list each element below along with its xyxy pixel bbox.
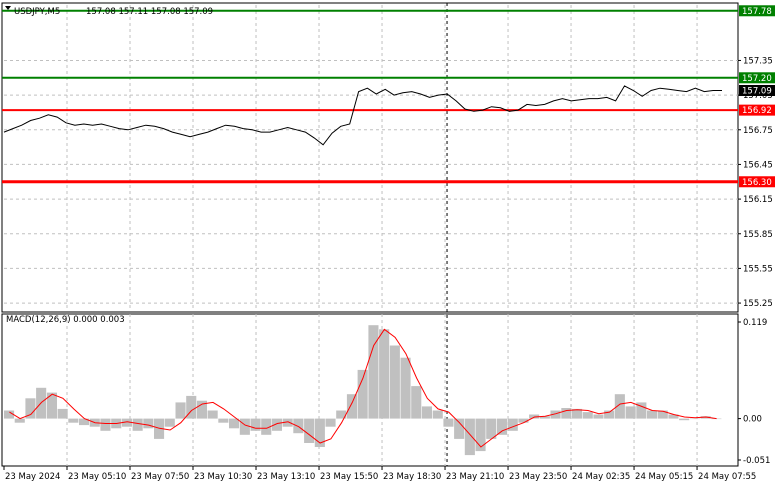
macd-histogram-bar <box>497 419 507 435</box>
macd-histogram-bar <box>679 419 689 421</box>
chart-header: USDJPY,M5 157.08 157.11 157.08 157.09 <box>5 6 213 17</box>
macd-histogram-bar <box>368 325 378 418</box>
macd-histogram-bar <box>229 419 239 429</box>
price-tick-label: 156.75 <box>743 126 773 136</box>
macd-tick-label: 0.00 <box>743 415 762 425</box>
macd-histogram-bar <box>465 419 475 456</box>
price-layer <box>4 86 722 145</box>
trading-chart[interactable]: 157.35157.05156.75156.45156.15155.85155.… <box>0 0 781 489</box>
macd-histogram-bar <box>347 394 357 418</box>
time-tick-label: 23 May 18:30 <box>383 472 441 482</box>
level-price-label: 157.20 <box>742 74 772 84</box>
macd-histogram-bar <box>304 419 314 443</box>
level-price-label: 156.30 <box>742 178 772 188</box>
price-tick-label: 155.25 <box>743 299 773 309</box>
macd-histogram-bar <box>208 411 218 419</box>
macd-histogram-bar <box>583 412 593 419</box>
macd-histogram-bar <box>165 419 175 427</box>
macd-histogram-bar <box>561 408 571 419</box>
macd-histogram-bar <box>508 419 518 431</box>
macd-histogram-bar <box>68 419 78 423</box>
macd-histogram-bar <box>593 415 603 419</box>
macd-tick-label: 0.119 <box>743 318 767 328</box>
macd-histogram-bar <box>176 402 186 418</box>
level-price-label: 157.78 <box>742 7 772 17</box>
macd-histogram-bar <box>690 419 700 420</box>
macd-histogram-bar <box>240 419 250 435</box>
macd-histogram-bar <box>133 419 143 431</box>
macd-histogram-bar <box>15 419 25 423</box>
macd-title: MACD(12,26,9) 0.000 0.003 <box>6 315 125 325</box>
price-series-line <box>4 86 722 145</box>
macd-histogram-bar <box>647 411 657 419</box>
macd-histogram-bar <box>379 329 389 418</box>
price-tick-label: 155.85 <box>743 230 773 240</box>
macd-histogram-bar <box>422 406 432 418</box>
macd-histogram-bar <box>218 419 228 423</box>
macd-layer <box>4 325 721 455</box>
price-tick-label: 156.45 <box>743 160 773 170</box>
time-tick-label: 23 May 21:10 <box>446 472 504 482</box>
macd-histogram-bar <box>454 419 464 439</box>
price-pane-frame <box>2 3 738 312</box>
price-tick-label: 156.15 <box>743 195 773 205</box>
price-tick-label: 157.35 <box>743 56 773 66</box>
time-tick-label: 23 May 23:50 <box>509 472 567 482</box>
macd-histogram-bar <box>626 406 636 418</box>
time-tick-label: 24 May 07:55 <box>698 472 756 482</box>
macd-histogram-bar <box>326 419 336 427</box>
macd-tick-label: -0.051 <box>743 456 770 466</box>
symbol-label: USDJPY,M5 <box>14 7 60 17</box>
time-tick-label: 23 May 15:50 <box>320 472 378 482</box>
collapse-arrow-icon[interactable] <box>5 6 11 10</box>
macd-histogram-bar <box>143 419 153 429</box>
macd-histogram-bar <box>401 358 411 419</box>
time-tick-label: 23 May 13:10 <box>257 472 315 482</box>
level-price-label: 156.92 <box>742 106 772 116</box>
time-tick-label: 23 May 2024 <box>5 472 60 482</box>
macd-histogram-bar <box>443 419 453 427</box>
current-price-label: 157.09 <box>742 86 772 96</box>
macd-histogram-bar <box>486 419 496 439</box>
time-tick-label: 24 May 02:35 <box>572 472 630 482</box>
macd-histogram-bar <box>411 386 421 419</box>
macd-histogram-bar <box>433 411 443 419</box>
levels-layer <box>2 11 738 182</box>
ohlc-readout: 157.08 157.11 157.08 157.09 <box>86 7 213 17</box>
time-tick-label: 23 May 07:50 <box>131 472 189 482</box>
macd-histogram-bar <box>251 419 261 431</box>
macd-histogram-bar <box>100 419 110 431</box>
macd-histogram-bar <box>293 419 303 434</box>
chart-svg[interactable]: 157.35157.05156.75156.45156.15155.85155.… <box>0 0 781 489</box>
price-tick-label: 155.55 <box>743 264 773 274</box>
macd-histogram-bar <box>390 346 400 419</box>
time-tick-label: 23 May 05:10 <box>68 472 126 482</box>
macd-histogram-bar <box>358 370 368 419</box>
macd-histogram-bar <box>58 409 68 419</box>
time-tick-label: 24 May 05:15 <box>635 472 693 482</box>
time-tick-label: 23 May 10:30 <box>194 472 252 482</box>
